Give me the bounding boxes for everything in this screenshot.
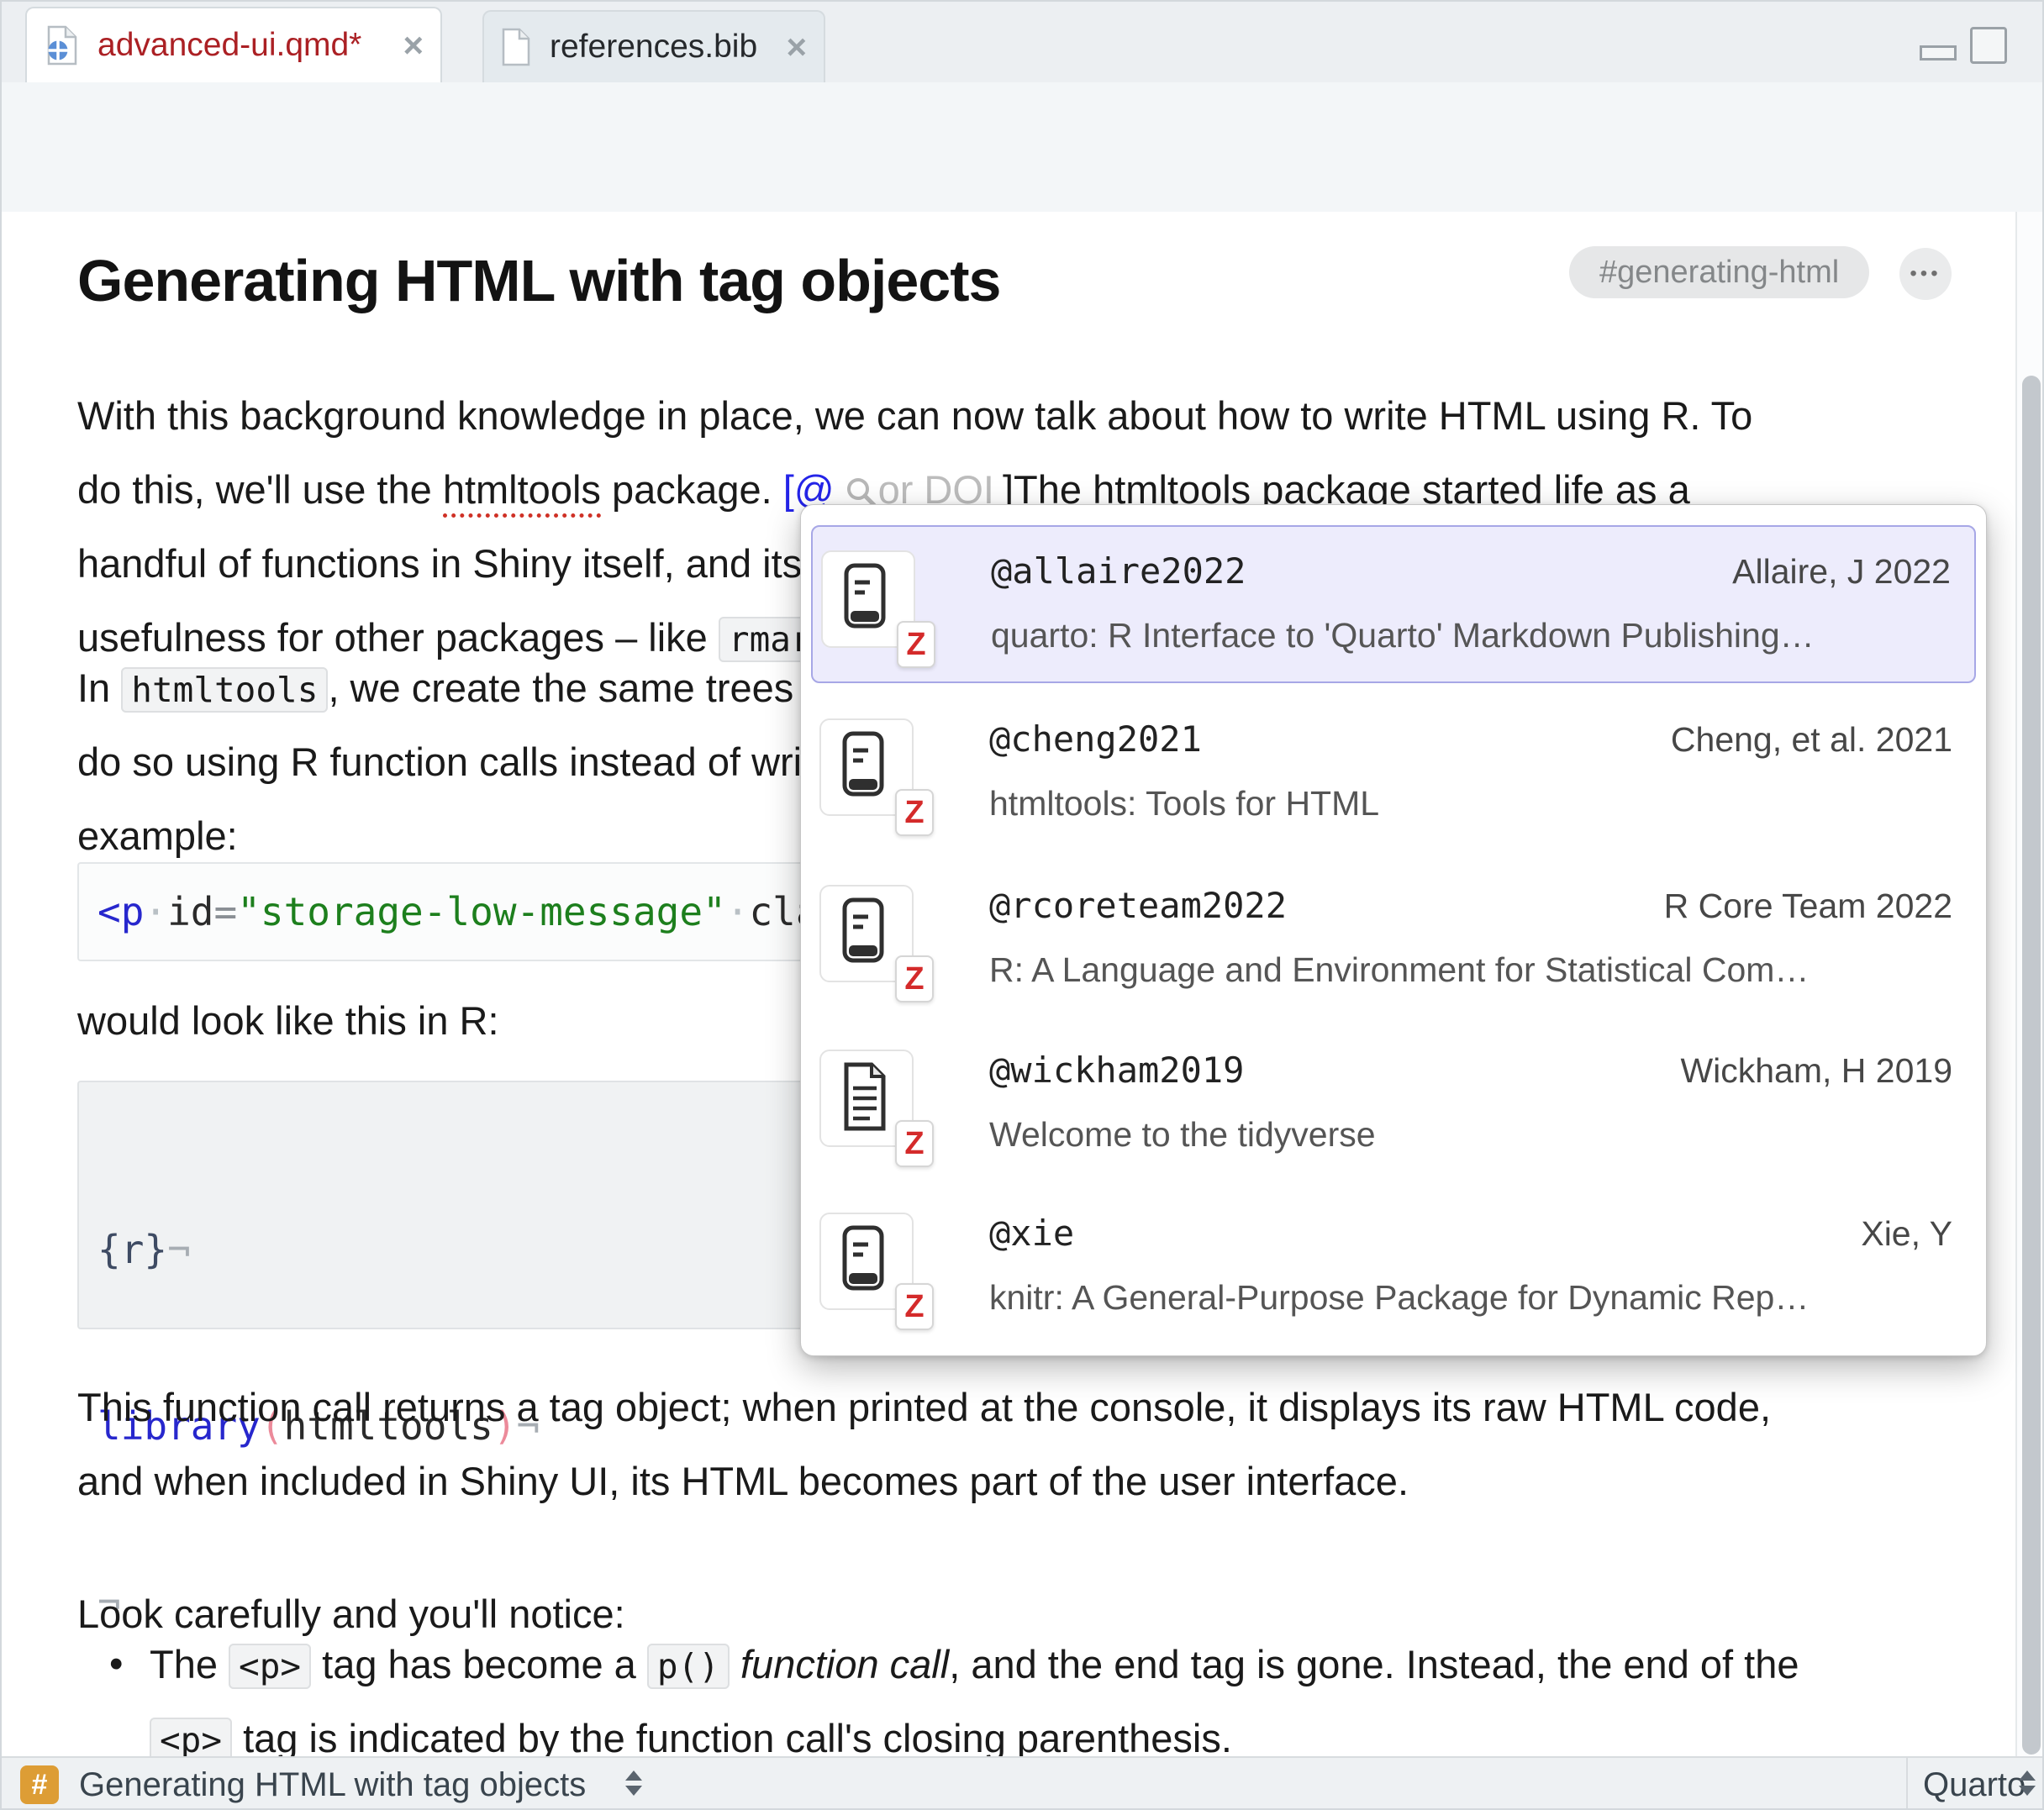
divider — [1906, 1758, 1908, 1810]
citation-author: Allaire, J 2022 — [1732, 552, 1951, 592]
citation-author: Xie, Y — [1861, 1214, 1952, 1254]
book-icon — [841, 562, 893, 639]
citation-title: Welcome to the tidyverse — [989, 1115, 1376, 1155]
misspelled-word: htmltools — [443, 467, 601, 518]
close-icon[interactable]: × — [786, 29, 807, 65]
citation-title: htmltools: Tools for HTML — [989, 784, 1379, 823]
maximize-pane-icon[interactable] — [1970, 27, 2007, 64]
book-icon — [840, 1224, 892, 1301]
citation-id: @allaire2022 — [991, 550, 1246, 592]
inline-code: p() — [647, 1644, 730, 1689]
format-toolbar: Source Visual B I </> Normal 1 2 — [2, 146, 2044, 213]
paragraph-line: example: — [77, 810, 238, 862]
editor-tab-bar: advanced-ui.qmd* × references.bib × — [2, 2, 2044, 84]
citation-id: @cheng2021 — [989, 718, 1202, 760]
section-navigator[interactable]: Generating HTML with tag objects — [79, 1758, 586, 1810]
citation-title: knitr: A General-Purpose Package for Dyn… — [989, 1278, 1809, 1318]
book-icon — [840, 730, 892, 807]
article-icon — [840, 1061, 892, 1138]
editor-toolbar: Render on Save ABC Render — [2, 82, 2044, 148]
paragraph-line: This function call returns a tag object;… — [77, 1381, 1771, 1434]
document-heading: Generating HTML with tag objects — [77, 247, 1000, 314]
document-mode-selector[interactable]: Quarto — [1923, 1758, 2026, 1810]
citation-icon-tile: Z — [819, 1050, 914, 1147]
citation-author: R Core Team 2022 — [1664, 887, 1952, 926]
italic-text: function call — [740, 1642, 949, 1686]
zotero-badge: Z — [895, 1283, 934, 1330]
paragraph-line: would look like this in R: — [77, 995, 499, 1047]
citation-title: R: A Language and Environment for Statis… — [989, 950, 1809, 990]
citation-id: @wickham2019 — [989, 1050, 1244, 1091]
file-icon — [501, 28, 531, 66]
paragraph-line: handful of functions in Shiny itself, an… — [77, 538, 802, 590]
citation-id: @rcoreteam2022 — [989, 885, 1287, 926]
zotero-badge: Z — [895, 1120, 934, 1167]
bullet-marker: • — [109, 1640, 123, 1686]
citation-entry[interactable]: Z @rcoreteam2022 R Core Team 2022 R: A L… — [811, 861, 1976, 1019]
citation-icon-tile: Z — [819, 1213, 914, 1310]
citation-author: Wickham, H 2019 — [1680, 1051, 1952, 1091]
rstudio-source-pane: advanced-ui.qmd* × references.bib × — [0, 0, 2044, 1810]
tab-references-bib[interactable]: references.bib × — [482, 10, 825, 82]
book-icon — [840, 897, 892, 973]
citation-id: @xie — [989, 1213, 1074, 1254]
citation-autocomplete-popup: Z @allaire2022 Allaire, J 2022 quarto: R… — [800, 504, 1987, 1356]
section-id-badge[interactable]: #generating-html — [1569, 246, 1869, 298]
tab-advanced-ui-qmd[interactable]: advanced-ui.qmd* × — [25, 7, 442, 82]
paragraph-line: and when included in Shiny UI, its HTML … — [77, 1455, 1409, 1507]
editor-canvas[interactable]: Generating HTML with tag objects #genera… — [2, 212, 2015, 1756]
citation-entry[interactable]: Z @allaire2022 Allaire, J 2022 quarto: R… — [811, 525, 1976, 683]
citation-title: quarto: R Interface to 'Quarto' Markdown… — [991, 616, 1815, 655]
document-mode-arrows-icon[interactable] — [2019, 1771, 2036, 1796]
zotero-badge: Z — [897, 621, 935, 668]
paragraph-line: Look carefully and you'll notice: — [77, 1588, 625, 1640]
heading-level-icon: # — [20, 1765, 59, 1804]
zotero-badge: Z — [895, 789, 934, 836]
citation-entry[interactable]: Z @cheng2021 Cheng, et al. 2021 htmltool… — [811, 695, 1976, 853]
citation-icon-tile: Z — [821, 550, 915, 648]
editor-status-bar: # Generating HTML with tag objects Quart… — [2, 1756, 2044, 1810]
section-navigator-arrows-icon[interactable] — [625, 1771, 642, 1796]
citation-entry[interactable]: Z @xie Xie, Y knitr: A General-Purpose P… — [811, 1189, 1976, 1347]
citation-icon-tile: Z — [819, 885, 914, 982]
inline-code: htmltools — [121, 667, 328, 713]
minimize-pane-icon[interactable] — [1920, 45, 1957, 61]
close-icon[interactable]: × — [403, 28, 424, 63]
paragraph-line: usefulness for other packages – like rma… — [77, 612, 925, 664]
scrollbar-thumb[interactable] — [2022, 376, 2041, 1755]
inline-code: <p> — [229, 1644, 311, 1689]
citation-icon-tile: Z — [819, 718, 914, 816]
tab-label: advanced-ui.qmd* — [97, 27, 361, 64]
quarto-file-icon — [45, 25, 79, 66]
tab-label: references.bib — [550, 29, 757, 66]
bullet-line: The <p> tag has become a p() function ca… — [150, 1639, 1799, 1691]
zotero-badge: Z — [895, 955, 934, 1002]
citation-author: Cheng, et al. 2021 — [1671, 720, 1952, 760]
heading-options-button[interactable]: ••• — [1899, 248, 1952, 300]
citation-entry[interactable]: Z @wickham2019 Wickham, H 2019 Welcome t… — [811, 1026, 1976, 1184]
paragraph-line: With this background knowledge in place,… — [77, 390, 1752, 442]
